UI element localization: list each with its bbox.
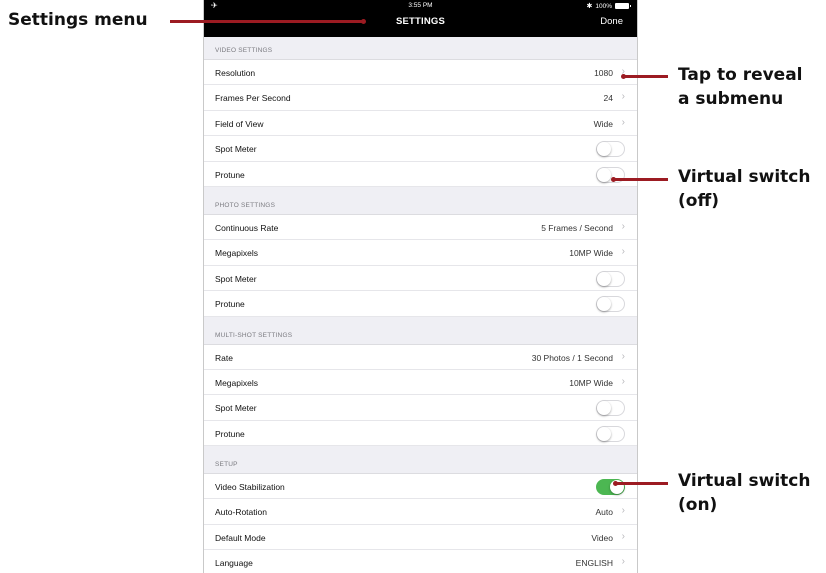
settings-row-continuous-rate[interactable]: Continuous Rate 5 Frames / Second › xyxy=(204,214,637,241)
settings-row-default-mode[interactable]: Default Mode Video › xyxy=(204,524,637,551)
section-header-label: VIDEO SETTINGS xyxy=(215,47,273,54)
toggle-knob xyxy=(597,142,611,157)
callout-switch-off-line-2: (off) xyxy=(678,191,719,211)
row-value: 24 xyxy=(603,93,613,104)
row-value: 1080 xyxy=(594,68,613,78)
toggle-switch-off[interactable] xyxy=(596,296,625,313)
battery-indicator: ✱ 100% xyxy=(586,2,631,10)
settings-row-protune[interactable]: Protune xyxy=(204,420,637,447)
row-label: Language xyxy=(215,558,253,569)
row-label: Spot Meter xyxy=(215,273,257,284)
settings-row-spot-meter[interactable]: Spot Meter xyxy=(204,395,637,421)
toggle-knob xyxy=(597,401,611,416)
row-label: Field of View xyxy=(215,118,264,129)
settings-row-megapixels[interactable]: Megapixels 10MP Wide › xyxy=(204,240,637,266)
toggle-switch-off[interactable] xyxy=(596,270,625,287)
chevron-right-icon: › xyxy=(621,375,625,387)
callout-switch-on-line-2: (on) xyxy=(678,495,718,515)
settings-row-language[interactable]: Language ENGLISH › xyxy=(204,550,637,573)
settings-row-field-of-view[interactable]: Field of View Wide › xyxy=(204,110,637,137)
callout-switch-on-line-1: Virtual switch xyxy=(678,471,811,491)
row-value: Auto xyxy=(595,507,614,518)
row-label: Spot Meter xyxy=(215,403,257,414)
settings-row-video-stabilization[interactable]: Video Stabilization xyxy=(204,474,637,500)
settings-row-protune[interactable]: Protune xyxy=(204,161,637,187)
row-label: Megapixels xyxy=(215,248,258,259)
settings-row-spot-meter[interactable]: Spot Meter xyxy=(204,136,637,162)
toggle-knob xyxy=(597,271,611,286)
chevron-right-icon: › xyxy=(621,556,625,568)
section-header-label: SETUP xyxy=(215,461,238,469)
settings-row-protune[interactable]: Protune xyxy=(204,291,637,317)
chevron-right-icon: › xyxy=(621,530,625,542)
bluetooth-icon: ✱ xyxy=(586,3,593,10)
toggle-knob xyxy=(597,297,611,312)
row-label: Resolution xyxy=(215,68,256,78)
section-header-photo-settings: PHOTO SETTINGS xyxy=(204,186,637,215)
callout-switch-on: Virtual switch (on) xyxy=(678,469,810,517)
chevron-right-icon: › xyxy=(621,246,625,258)
callout-switch-off-line-1: Virtual switch xyxy=(678,167,811,187)
status-bar: ✈ 3:55 PM ✱ 100% xyxy=(204,2,637,12)
chevron-right-icon: › xyxy=(621,505,625,517)
row-value: Wide xyxy=(593,118,613,129)
callout-submenu-line-1: Tap to reveal xyxy=(678,65,803,85)
row-label: Protune xyxy=(215,428,245,439)
row-value: 5 Frames / Second xyxy=(541,222,613,233)
toggle-switch-off[interactable] xyxy=(596,141,625,158)
settings-row-rate[interactable]: Rate 30 Photos / 1 Second › xyxy=(204,344,637,370)
row-label: Spot Meter xyxy=(215,144,257,155)
row-label: Rate xyxy=(215,352,233,363)
row-label: Megapixels xyxy=(215,377,258,388)
navigation-bar: ✈ 3:55 PM ✱ 100% SETTINGS Done xyxy=(204,0,637,37)
row-value: 10MP Wide xyxy=(569,248,613,259)
row-value: Video xyxy=(591,532,613,543)
row-label: Protune xyxy=(215,169,245,180)
toggle-switch-off[interactable] xyxy=(596,400,625,417)
done-button[interactable]: Done xyxy=(600,16,623,27)
chevron-right-icon: › xyxy=(621,220,625,232)
section-header-label: PHOTO SETTINGS xyxy=(215,201,276,209)
toggle-switch-off[interactable] xyxy=(596,425,625,442)
status-time: 3:55 PM xyxy=(408,2,433,9)
leader-line-switch-on xyxy=(613,481,668,486)
callout-submenu-line-2: a submenu xyxy=(678,89,784,109)
chevron-right-icon: › xyxy=(621,350,625,362)
chevron-right-icon: › xyxy=(621,91,625,103)
row-value: ENGLISH xyxy=(575,558,613,569)
section-header-setup: SETUP xyxy=(204,446,637,475)
row-label: Auto-Rotation xyxy=(215,507,267,518)
settings-row-spot-meter[interactable]: Spot Meter xyxy=(204,265,637,292)
section-header-label: MULTI-SHOT SETTINGS xyxy=(215,331,293,339)
section-header-video-settings: VIDEO SETTINGS xyxy=(204,37,637,60)
row-label: Video Stabilization xyxy=(215,482,285,493)
toggle-knob xyxy=(597,167,611,182)
settings-row-resolution[interactable]: Resolution 1080 › xyxy=(204,60,637,86)
settings-row-frames-per-second[interactable]: Frames Per Second 24 › xyxy=(204,85,637,111)
settings-row-megapixels[interactable]: Megapixels 10MP Wide › xyxy=(204,369,637,396)
row-label: Default Mode xyxy=(215,532,266,543)
row-label: Protune xyxy=(215,299,245,310)
row-label: Frames Per Second xyxy=(215,93,291,104)
settings-row-auto-rotation[interactable]: Auto-Rotation Auto › xyxy=(204,499,637,525)
toggle-knob xyxy=(597,426,611,441)
callout-settings-menu: Settings menu xyxy=(8,10,148,30)
section-header-multi-shot-settings: MULTI-SHOT SETTINGS xyxy=(204,316,637,345)
row-value: 30 Photos / 1 Second xyxy=(531,352,613,363)
leader-line-switch-off xyxy=(611,177,668,182)
leader-line-submenu xyxy=(621,74,668,79)
chevron-right-icon: › xyxy=(621,116,625,128)
settings-list: VIDEO SETTINGS Resolution 1080 › Frames Per … xyxy=(204,37,637,573)
row-label: Continuous Rate xyxy=(215,222,279,233)
device-screen: ✈ 3:55 PM ✱ 100% SETTINGS Done VIDEO SET… xyxy=(203,0,638,573)
row-value: 10MP Wide xyxy=(569,377,613,388)
callout-switch-off: Virtual switch (off) xyxy=(678,165,810,213)
battery-icon xyxy=(615,3,631,9)
leader-line-settings-menu xyxy=(170,19,366,24)
battery-percent: 100% xyxy=(595,2,612,10)
callout-submenu: Tap to reveal a submenu xyxy=(678,63,803,111)
